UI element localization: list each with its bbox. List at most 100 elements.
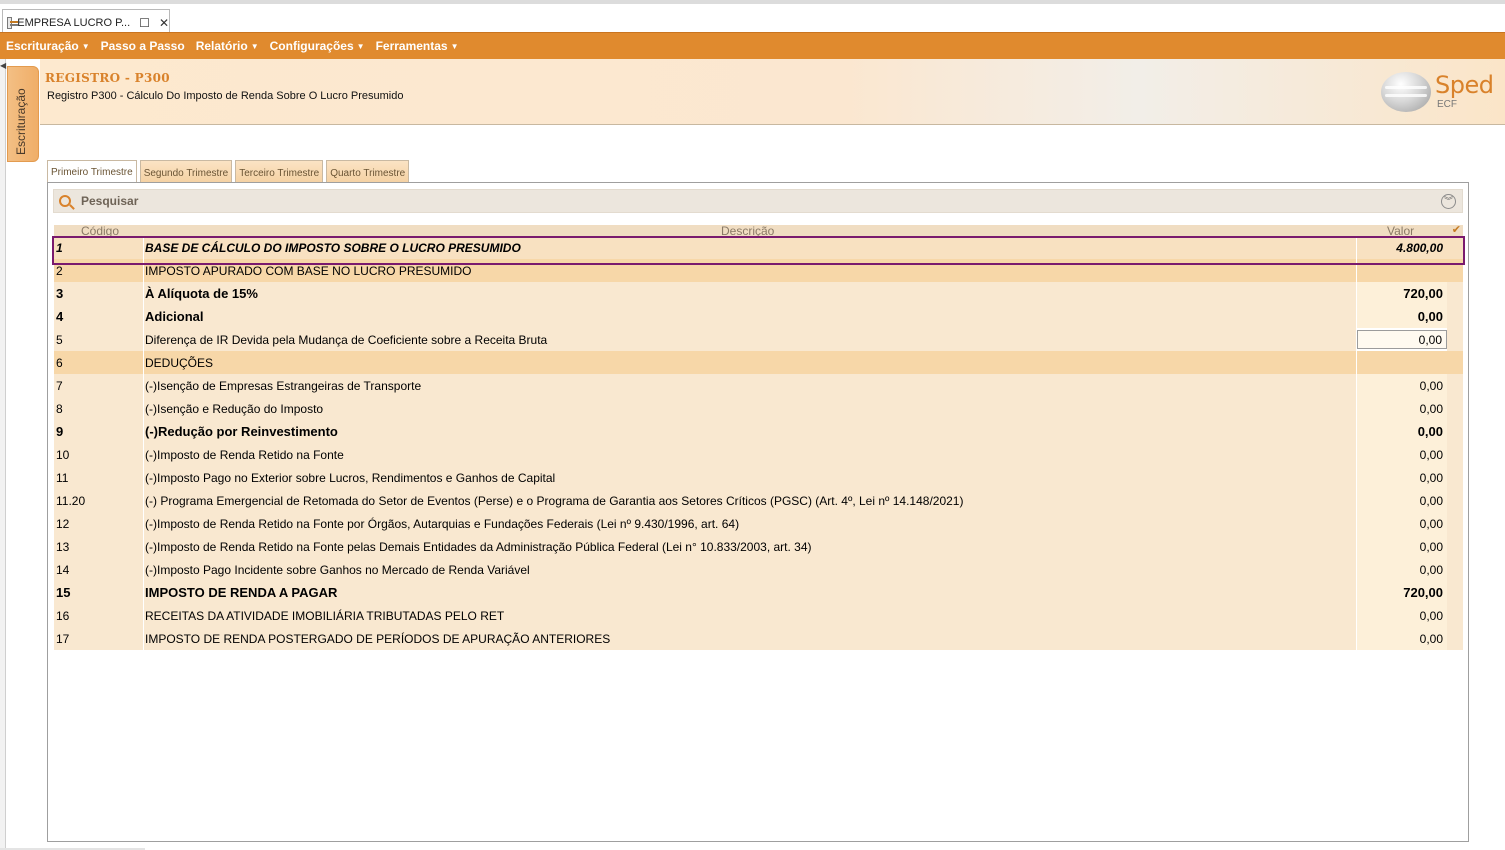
table-row[interactable]: 15 IMPOSTO DE RENDA A PAGAR 720,00	[54, 581, 1463, 604]
search-bar[interactable]: Pesquisar ︾	[53, 189, 1463, 213]
data-grid: Código Descrição Valor ✔ 1 BASE DE CÁLCUL…	[52, 225, 1465, 650]
cell-code: 7	[54, 374, 143, 397]
cell-description: (-)Imposto Pago Incidente sobre Ganhos n…	[144, 558, 1356, 581]
cell-code: 11	[54, 466, 143, 489]
close-icon[interactable]: ✕	[159, 16, 169, 30]
menu-label: Escrituração	[6, 39, 79, 53]
menu-passo-a-passo[interactable]: Passo a Passo	[101, 39, 185, 53]
cell-description: DEDUÇÕES	[144, 351, 1356, 374]
cell-spacer	[1447, 351, 1463, 374]
column-header-valor[interactable]: Valor	[1387, 225, 1414, 236]
menu-bar: Escrituração ▼ Passo a Passo Relatório ▼ C…	[0, 32, 1505, 59]
caret-down-icon: ▼	[356, 41, 365, 51]
cell-value: 0,00	[1357, 535, 1447, 558]
table-row[interactable]: 1 BASE DE CÁLCULO DO IMPOSTO SOBRE O LUCR…	[54, 236, 1463, 259]
cell-code: 15	[54, 581, 143, 604]
cell-spacer	[1447, 443, 1463, 466]
table-row[interactable]: 3À Alíquota de 15% 720,00	[54, 282, 1463, 305]
cell-value: 0,00	[1357, 627, 1447, 650]
cell-code: 16	[54, 604, 143, 627]
cell-value: 720,00	[1357, 282, 1447, 305]
value-input[interactable]: 0,00	[1357, 330, 1447, 349]
quarter-tabs: Primeiro Trimestre Segundo Trimestre Ter…	[47, 160, 410, 183]
column-header-codigo[interactable]: Código	[81, 225, 119, 236]
document-tab-title: EMPRESA LUCRO P...	[17, 17, 131, 29]
sped-logo: Sped ECF	[1381, 67, 1494, 117]
table-row[interactable]: 11 (-)Imposto Pago no Exterior sobre Lucr…	[54, 466, 1463, 489]
search-label: Pesquisar	[81, 194, 139, 208]
cell-description: (-)Imposto de Renda Retido na Fonte	[144, 443, 1356, 466]
cell-description: (-)Isenção e Redução do Imposto	[144, 397, 1356, 420]
table-row[interactable]: 2 IMPOSTO APURADO COM BASE NO LUCRO PRESU…	[54, 259, 1463, 282]
tab-quarto-trimestre[interactable]: Quarto Trimestre	[326, 160, 410, 182]
maximize-icon[interactable]: ☐	[139, 16, 150, 30]
cell-description: (-)Imposto de Renda Retido na Fonte pela…	[144, 535, 1356, 558]
cell-code: 4	[54, 305, 143, 328]
page-subtitle: Registro P300 - Cálculo Do Imposto de Re…	[47, 90, 404, 102]
window-tab-strip: EMPRESA LUCRO P... ☐ ✕	[0, 0, 1505, 36]
cell-value: 0,00	[1357, 397, 1447, 420]
menu-relatorio[interactable]: Relatório ▼	[196, 39, 259, 53]
side-panel-rail[interactable]: ◀	[0, 59, 6, 850]
cell-value: 0,00	[1357, 443, 1447, 466]
cell-description: Diferença de IR Devida pela Mudança de C…	[144, 328, 1356, 351]
menu-label: Configurações	[269, 39, 354, 53]
tab-primeiro-trimestre[interactable]: Primeiro Trimestre	[47, 160, 137, 183]
cell-code: 2	[54, 259, 143, 282]
cell-description: IMPOSTO DE RENDA POSTERGADO DE PERÍODOS …	[144, 627, 1356, 650]
table-row[interactable]: 8 (-)Isenção e Redução do Imposto 0,00	[54, 397, 1463, 420]
cell-description: À Alíquota de 15%	[144, 282, 1356, 305]
table-row[interactable]: 13 (-)Imposto de Renda Retido na Fonte pe…	[54, 535, 1463, 558]
page-title: REGISTRO - P300	[45, 71, 170, 85]
cell-spacer	[1447, 305, 1463, 328]
menu-ferramentas[interactable]: Ferramentas ▼	[376, 39, 459, 53]
cell-spacer	[1447, 535, 1463, 558]
table-row[interactable]: 10 (-)Imposto de Renda Retido na Fonte 0,0…	[54, 443, 1463, 466]
cell-spacer	[1447, 627, 1463, 650]
content-panel: Pesquisar ︾ Código Descrição Valor ✔ 1 BA…	[47, 182, 1469, 842]
expand-icon[interactable]: ︾	[1441, 194, 1456, 209]
side-tab-escrituracao[interactable]: Escrituração	[7, 66, 39, 162]
cell-description: BASE DE CÁLCULO DO IMPOSTO SOBRE O LUCRO…	[144, 236, 1356, 259]
table-row[interactable]: 5 Diferença de IR Devida pela Mudança de …	[54, 328, 1463, 351]
cell-description: (-)Redução por Reinvestimento	[144, 420, 1356, 443]
collapse-arrow-icon[interactable]: ◀	[0, 61, 6, 70]
table-row[interactable]: 14 (-)Imposto Pago Incidente sobre Ganhos…	[54, 558, 1463, 581]
cell-value: 0,00	[1357, 489, 1447, 512]
caret-down-icon: ▼	[250, 41, 259, 51]
search-icon	[59, 195, 71, 207]
menu-configuracoes[interactable]: Configurações ▼	[270, 39, 365, 53]
table-row[interactable]: 12 (-)Imposto de Renda Retido na Fonte po…	[54, 512, 1463, 535]
tab-segundo-trimestre[interactable]: Segundo Trimestre	[139, 160, 233, 182]
grid-body: 1 BASE DE CÁLCULO DO IMPOSTO SOBRE O LUCR…	[54, 236, 1463, 650]
cell-code: 3	[54, 282, 143, 305]
table-row[interactable]: 4 Adicional 0,00	[54, 305, 1463, 328]
cell-code: 9	[54, 420, 143, 443]
table-row[interactable]: 6 DEDUÇÕES	[54, 351, 1463, 374]
cell-value	[1357, 351, 1447, 374]
cell-code: 10	[54, 443, 143, 466]
menu-escrituracao[interactable]: Escrituração ▼	[6, 39, 90, 53]
cell-value: 0,00	[1357, 305, 1447, 328]
cell-code: 5	[54, 328, 143, 351]
table-row[interactable]: 11.20 (-) Programa Emergencial de Retomad…	[54, 489, 1463, 512]
check-icon[interactable]: ✔	[1452, 225, 1461, 236]
cell-spacer	[1447, 236, 1463, 259]
table-row[interactable]: 9 (-)Redução por Reinvestimento 0,00	[54, 420, 1463, 443]
cell-spacer	[1447, 374, 1463, 397]
cell-value: 0,00	[1357, 604, 1447, 627]
caret-down-icon: ▼	[81, 41, 90, 51]
cell-description: (-) Programa Emergencial de Retomada do …	[144, 489, 1356, 512]
tab-terceiro-trimestre[interactable]: Terceiro Trimestre	[235, 160, 324, 182]
logo-subtext: ECF	[1437, 99, 1457, 110]
cell-code: 1	[54, 236, 143, 259]
side-tab-label: Escrituração	[14, 88, 28, 155]
table-row[interactable]: 7 (-)Isenção de Empresas Estrangeiras de …	[54, 374, 1463, 397]
grid-header: Código Descrição Valor ✔	[54, 225, 1463, 236]
column-header-descricao[interactable]: Descrição	[721, 225, 774, 236]
cell-code: 6	[54, 351, 143, 374]
table-row[interactable]: 16 RECEITAS DA ATIVIDADE IMOBILIÁRIA TRIB…	[54, 604, 1463, 627]
table-row[interactable]: 17 IMPOSTO DE RENDA POSTERGADO DE PERÍODO…	[54, 627, 1463, 650]
logo-text: Sped	[1435, 71, 1494, 99]
cell-description: (-)Isenção de Empresas Estrangeiras de T…	[144, 374, 1356, 397]
